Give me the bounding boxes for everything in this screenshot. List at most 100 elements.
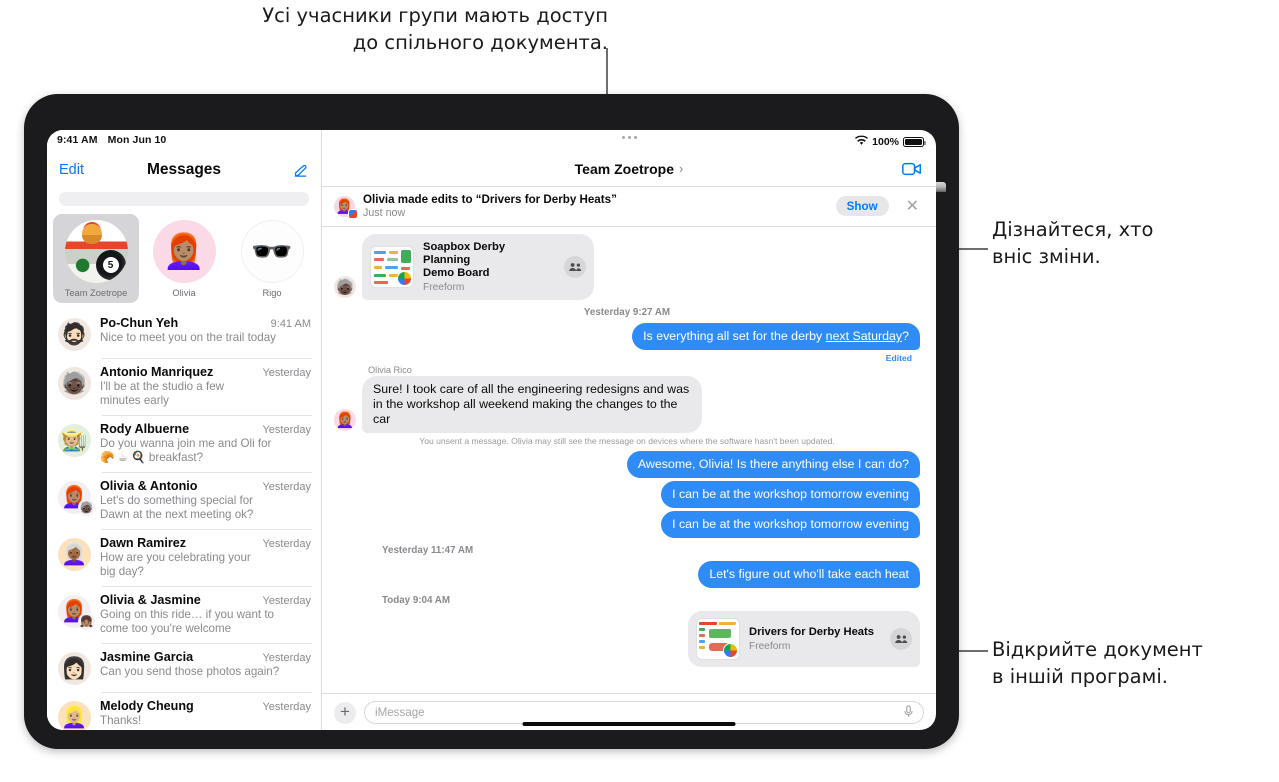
- conversation-title[interactable]: Team Zoetrope: [575, 161, 674, 177]
- plus-icon[interactable]: +: [334, 701, 356, 724]
- banner-timestamp: Just now: [363, 207, 406, 219]
- avatar: 👩🏾‍🦳: [58, 538, 91, 571]
- pinned-label: Olivia: [172, 288, 196, 298]
- timestamp-separator: Yesterday 11:47 AM: [382, 545, 474, 556]
- people-group-icon[interactable]: [564, 256, 586, 278]
- callout-open-in-app: Відкрийте документ в іншій програмі.: [992, 638, 1203, 688]
- billiard-ball-number: 5: [102, 257, 119, 273]
- card-subtitle: Freeform: [749, 641, 791, 652]
- callout-group-access: Усі учасники групи мають доступ до спіль…: [262, 4, 608, 54]
- status-time: 9:41 AM: [57, 134, 98, 146]
- pinned-label: Team Zoetrope: [64, 288, 128, 298]
- close-icon[interactable]: ✕: [897, 196, 925, 216]
- sender-name: Olivia Rico: [368, 365, 412, 375]
- list-item[interactable]: 👱🏼‍♀️ Melody Cheung Yesterday Thanks!: [47, 692, 321, 730]
- message-thread[interactable]: 🧓🏿 Soapbox Derby Planning Demo Board Fre…: [322, 227, 936, 693]
- card-title: Drivers for Derby Heats: [749, 626, 874, 638]
- chat-pane: 100% Team Zoetrope ›: [322, 130, 936, 730]
- avatar: 🧓🏿: [334, 276, 356, 298]
- edit-button[interactable]: Edit: [59, 162, 84, 178]
- search-input[interactable]: [59, 192, 309, 206]
- message-bubble-incoming[interactable]: Sure! I took care of all the engineering…: [362, 376, 702, 433]
- conversation-name: Rody Albuerne: [100, 422, 190, 436]
- message-bubble-outgoing[interactable]: I can be at the workshop tomorrow evenin…: [661, 511, 920, 538]
- battery-icon: [903, 136, 926, 147]
- sidebar-navbar: Edit Messages: [47, 151, 321, 189]
- memoji-glyph: 🧑🏼‍🌾: [61, 428, 88, 452]
- memoji-glyph: 👩🏻: [61, 656, 88, 680]
- memoji-glyph: 🧓🏿: [61, 371, 88, 395]
- conversation-preview: I'll be at the studio a few minutes earl…: [100, 380, 225, 407]
- conversation-name: Olivia & Jasmine: [100, 593, 201, 607]
- home-indicator[interactable]: [522, 721, 736, 726]
- list-item[interactable]: 🧔🏻 Po-Chun Yeh 9:41 AM Nice to meet you …: [47, 309, 321, 358]
- helmet-icon: [81, 224, 102, 244]
- avatar-badge: 👧🏽: [78, 613, 95, 630]
- avatar: 🧓🏿: [58, 367, 91, 400]
- conversation-name: Olivia & Antonio: [100, 479, 198, 493]
- message-row: Awesome, Olivia! Is there anything else …: [334, 451, 920, 478]
- message-bubble-outgoing[interactable]: Let's figure out who'll take each heat: [698, 561, 920, 588]
- memoji-glyph: 🧔🏻: [61, 322, 88, 346]
- avatar: 👩🏽‍🦰: [334, 409, 356, 431]
- message-bubble-outgoing[interactable]: Is everything all set for the derby next…: [632, 323, 920, 350]
- avatar: 🧑🏼‍🌾: [58, 424, 91, 457]
- card-title: Soapbox Derby Planning Demo Board: [423, 241, 506, 279]
- pinned-item-rigo[interactable]: 🕶️ Rigo: [229, 214, 315, 303]
- conversation-preview: Going on this ride… if you want to come …: [100, 608, 274, 635]
- list-item[interactable]: 👩🏽‍🦰 👧🏽 Olivia & Jasmine Yesterday Going…: [47, 586, 321, 643]
- edited-badge: Edited: [885, 353, 912, 363]
- conversation-name: Antonio Manriquez: [100, 365, 214, 379]
- people-group-icon[interactable]: [890, 628, 912, 650]
- pinned-item-team-zoetrope[interactable]: 5 Team Zoetrope: [53, 214, 139, 303]
- conversation-time: Yesterday: [262, 595, 311, 607]
- message-bubble-outgoing[interactable]: Awesome, Olivia! Is there anything else …: [626, 451, 920, 478]
- microphone-icon[interactable]: [904, 704, 913, 721]
- pinned-item-olivia[interactable]: 👩🏽‍🦰 Olivia: [141, 214, 227, 303]
- conversation-time: Yesterday: [262, 367, 311, 379]
- chat-status-bar: 100%: [322, 130, 936, 151]
- avatar-badge: 🧓🏿: [78, 499, 95, 516]
- avatar-olivia: 👩🏽‍🦰: [334, 195, 358, 219]
- avatar-olivia: 👩🏽‍🦰: [152, 220, 216, 283]
- card-thumbnail: [370, 246, 414, 288]
- conversation-time: Yesterday: [262, 538, 311, 550]
- memoji-glyph: 👱🏼‍♀️: [61, 705, 88, 729]
- compose-icon[interactable]: [292, 162, 309, 179]
- message-row: Drivers for Derby Heats Freeform: [334, 611, 920, 667]
- message-row: I can be at the workshop tomorrow evenin…: [334, 481, 920, 508]
- conversation-time: Yesterday: [262, 652, 311, 664]
- avatar-group: 👩🏽‍🦰 👧🏽: [58, 595, 95, 630]
- freeform-app-icon: [348, 208, 358, 219]
- message-bubble-outgoing[interactable]: I can be at the workshop tomorrow evenin…: [661, 481, 920, 508]
- message-row: I can be at the workshop tomorrow evenin…: [334, 511, 920, 538]
- conversation-time: Yesterday: [262, 481, 311, 493]
- freeform-card-soapbox[interactable]: Soapbox Derby Planning Demo Board Freefo…: [362, 234, 594, 300]
- memoji-glyph: 👩🏽‍🦰: [335, 412, 355, 429]
- list-item[interactable]: 👩🏽‍🦰 🧓🏿 Olivia & Antonio Yesterday Let's…: [47, 472, 321, 529]
- imessage-placeholder: iMessage: [375, 706, 425, 719]
- list-item[interactable]: 👩🏻 Jasmine Garcia Yesterday Can you send…: [47, 643, 321, 692]
- list-item[interactable]: 🧑🏼‍🌾 Rody Albuerne Yesterday Do you wann…: [47, 415, 321, 472]
- conversation-name: Dawn Ramirez: [100, 536, 187, 550]
- message-row: 👩🏽‍🦰 Sure! I took care of all the engine…: [334, 376, 920, 433]
- timestamp-separator: Today 9:04 AM: [382, 595, 451, 606]
- bubble-text-underlined[interactable]: next Saturday: [826, 329, 902, 343]
- sidebar-status-bar: 9:41 AM Mon Jun 10: [47, 130, 321, 151]
- banner-title: Olivia made edits to “Drivers for Derby …: [363, 193, 617, 206]
- pinned-conversations: 5 Team Zoetrope 👩🏽‍🦰 Olivia 🕶️: [47, 212, 321, 309]
- list-item[interactable]: 👩🏾‍🦳 Dawn Ramirez Yesterday How are you …: [47, 529, 321, 586]
- conversation-preview: Thanks!: [100, 714, 142, 727]
- dot: [621, 136, 625, 139]
- message-row: Is everything all set for the derby next…: [334, 323, 920, 350]
- conversation-preview: Nice to meet you on the trail today: [100, 331, 276, 344]
- multitasking-handle[interactable]: [322, 136, 936, 139]
- freeform-app-icon: [723, 643, 738, 658]
- freeform-card-drivers[interactable]: Drivers for Derby Heats Freeform: [688, 611, 920, 667]
- chevron-right-icon[interactable]: ›: [679, 161, 683, 176]
- show-button[interactable]: Show: [835, 196, 889, 216]
- facetime-video-icon[interactable]: [902, 162, 922, 176]
- bubble-text-before: Is everything all set for the derby: [643, 329, 826, 343]
- memoji-glyph: 🕶️: [250, 232, 294, 271]
- list-item[interactable]: 🧓🏿 Antonio Manriquez Yesterday I'll be a…: [47, 358, 321, 415]
